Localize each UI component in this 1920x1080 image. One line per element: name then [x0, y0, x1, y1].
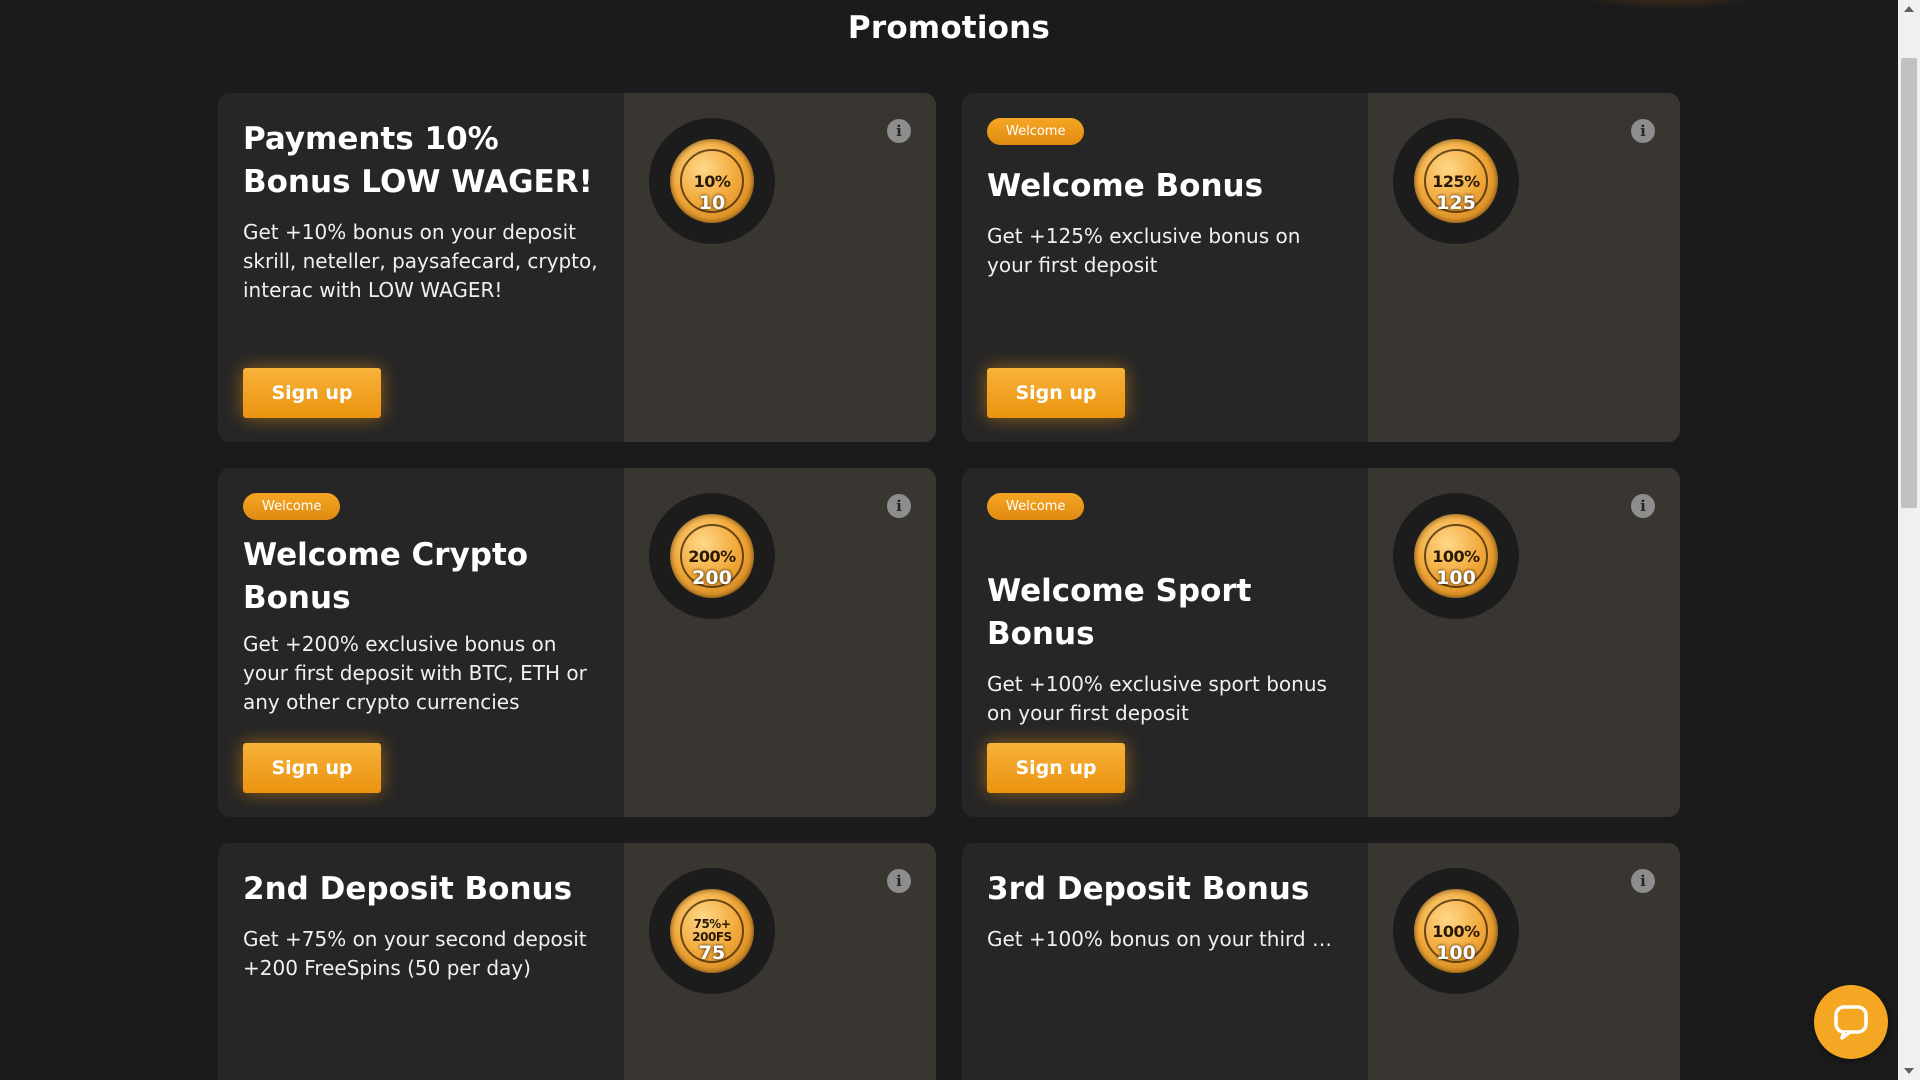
sign-up-button[interactable]: Sign up — [987, 368, 1125, 418]
scrollbar-thumb[interactable] — [1901, 58, 1917, 508]
bonus-coin: 10% 10 — [649, 118, 775, 244]
promo-card-welcome: Welcome Welcome Bonus Get +125% exclusiv… — [962, 93, 1680, 442]
sign-up-button[interactable]: Sign up — [243, 743, 381, 793]
bonus-coin: 125% 125 — [1393, 118, 1519, 244]
promo-card-content: 3rd Deposit Bonus Get +100% bonus on you… — [962, 843, 1368, 1080]
promo-description: Get +200% exclusive bonus on your first … — [243, 632, 587, 714]
promo-card-content: Welcome Welcome Crypto Bonus Get +200% e… — [218, 468, 624, 817]
coin-value: 100 — [1436, 567, 1476, 589]
bonus-coin: 75%+ 200FS 75 — [649, 868, 775, 994]
info-icon[interactable]: i — [887, 494, 911, 518]
coin-value: 200 — [692, 567, 732, 589]
coin-value: 100 — [1436, 942, 1476, 964]
coin-label: 100% — [1432, 921, 1480, 941]
coin-value: 10 — [698, 192, 726, 214]
promo-card-payments: Payments 10% Bonus LOW WAGER! Get +10% b… — [218, 93, 936, 442]
promo-card-image-area: 200% 200 i — [624, 468, 936, 817]
info-icon[interactable]: i — [1631, 869, 1655, 893]
sign-up-button[interactable]: Sign up — [987, 743, 1125, 793]
coin-label: 75%+ 200FS — [692, 917, 732, 944]
coin-value: 75 — [698, 942, 726, 964]
promo-title: Welcome Bonus — [987, 168, 1264, 204]
page-title: Promotions — [847, 10, 1051, 46]
welcome-badge: Welcome — [987, 118, 1085, 145]
scroll-up-arrow-icon[interactable] — [1904, 6, 1914, 12]
bonus-coin-icon: 125% 125 — [1414, 139, 1498, 223]
bonus-coin: 100% 100 — [1393, 868, 1519, 994]
promo-card-image-area: 125% 125 i — [1368, 93, 1680, 442]
bonus-coin-icon: 10% 10 — [670, 139, 754, 223]
bonus-coin-icon: 100% 100 — [1414, 889, 1498, 973]
promo-title: 3rd Deposit Bonus — [987, 871, 1310, 907]
info-icon[interactable]: i — [1631, 119, 1655, 143]
bonus-coin-icon: 100% 100 — [1414, 514, 1498, 598]
info-icon[interactable]: i — [1631, 494, 1655, 518]
coin-label: 10% — [693, 171, 731, 191]
promo-description: Get +125% exclusive bonus on your first … — [987, 224, 1301, 277]
promo-description: Get +100% exclusive sport bonus on your … — [987, 672, 1327, 725]
header-glow — [1560, 0, 1780, 10]
bonus-coin-icon: 75%+ 200FS 75 — [670, 889, 754, 973]
welcome-badge: Welcome — [987, 493, 1085, 520]
promo-description: Get +10% bonus on your deposit skrill, n… — [243, 220, 598, 302]
coin-label: 125% — [1432, 171, 1480, 191]
promo-title: 2nd Deposit Bonus — [243, 871, 573, 907]
promo-title: Welcome Sport Bonus — [987, 573, 1252, 652]
promo-card-content: Payments 10% Bonus LOW WAGER! Get +10% b… — [218, 93, 624, 442]
info-icon[interactable]: i — [887, 119, 911, 143]
chat-bubble-icon — [1834, 1005, 1868, 1040]
promo-card-image-area: 100% 100 i — [1368, 843, 1680, 1080]
promo-card-image-area: 75%+ 200FS 75 i — [624, 843, 936, 1080]
promo-card-image-area: 100% 100 i — [1368, 468, 1680, 817]
coin-label: 200% — [688, 546, 736, 566]
scroll-down-arrow-icon[interactable] — [1904, 1068, 1914, 1074]
vertical-scrollbar[interactable] — [1898, 0, 1920, 1080]
promo-title: Payments 10% Bonus LOW WAGER! — [243, 121, 593, 200]
sign-up-button[interactable]: Sign up — [243, 368, 381, 418]
promo-card-content: Welcome Welcome Sport Bonus Get +100% ex… — [962, 468, 1368, 817]
promo-title: Welcome Crypto Bonus — [243, 537, 529, 616]
promo-card-3rd-deposit: 3rd Deposit Bonus Get +100% bonus on you… — [962, 843, 1680, 1080]
promo-card-welcome-sport: Welcome Welcome Sport Bonus Get +100% ex… — [962, 468, 1680, 817]
chat-button[interactable] — [1814, 985, 1888, 1059]
bonus-coin: 200% 200 — [649, 493, 775, 619]
promotions-page: Promotions Payments 10% Bonus LOW WAGER!… — [0, 0, 1920, 1080]
promo-card-content: Welcome Welcome Bonus Get +125% exclusiv… — [962, 93, 1368, 442]
info-icon[interactable]: i — [887, 869, 911, 893]
promo-card-2nd-deposit: 2nd Deposit Bonus Get +75% on your secon… — [218, 843, 936, 1080]
bonus-coin-icon: 200% 200 — [670, 514, 754, 598]
promo-card-image-area: 10% 10 i — [624, 93, 936, 442]
coin-label: 100% — [1432, 546, 1480, 566]
welcome-badge: Welcome — [243, 493, 341, 520]
promo-card-content: 2nd Deposit Bonus Get +75% on your secon… — [218, 843, 624, 1080]
coin-value: 125 — [1436, 192, 1476, 214]
promotions-grid: Payments 10% Bonus LOW WAGER! Get +10% b… — [218, 93, 1681, 1080]
promo-description: Get +75% on your second deposit +200 Fre… — [243, 927, 587, 980]
bonus-coin: 100% 100 — [1393, 493, 1519, 619]
promo-description: Get +100% bonus on your third de... — [987, 927, 1343, 951]
promo-card-welcome-crypto: Welcome Welcome Crypto Bonus Get +200% e… — [218, 468, 936, 817]
